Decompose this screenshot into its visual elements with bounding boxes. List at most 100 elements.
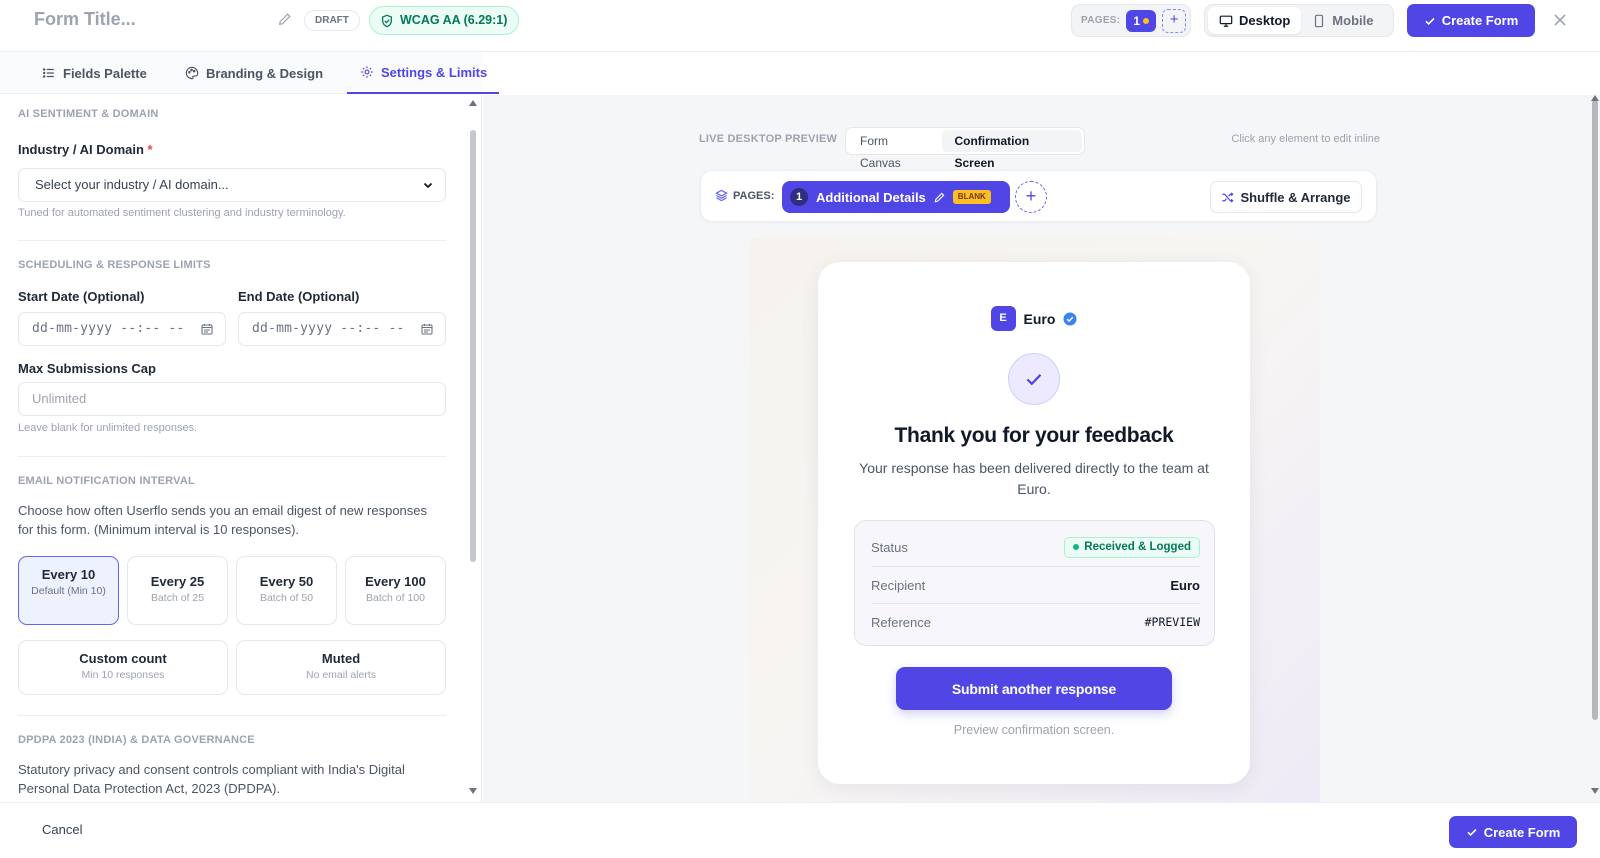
success-check-circle bbox=[1008, 353, 1060, 405]
industry-label-text: Industry / AI Domain bbox=[18, 142, 144, 157]
wcag-badge-label: WCAG AA (6.29:1) bbox=[400, 13, 508, 27]
option-title: Every 25 bbox=[150, 574, 205, 589]
palette-icon bbox=[185, 66, 199, 80]
mobile-label: Mobile bbox=[1332, 13, 1374, 28]
interval-option-every-100[interactable]: Every 100 Batch of 100 bbox=[345, 556, 446, 625]
tab-confirmation-screen[interactable]: Confirmation Screen bbox=[942, 130, 1082, 170]
option-title: Muted bbox=[321, 651, 361, 666]
scroll-up-arrow[interactable] bbox=[469, 100, 477, 106]
pages-bar-label: PAGES: bbox=[715, 189, 774, 202]
option-title: Every 100 bbox=[365, 574, 426, 589]
interval-option-every-25[interactable]: Every 25 Batch of 25 bbox=[127, 556, 228, 625]
confirmation-message[interactable]: Your response has been delivered directl… bbox=[848, 458, 1220, 500]
divider bbox=[18, 715, 446, 716]
option-subtitle: Min 10 responses bbox=[81, 669, 165, 681]
page-indicator-current[interactable]: 1 bbox=[1126, 9, 1157, 32]
page-chip-number: 1 bbox=[790, 188, 808, 206]
tab-label: Settings & Limits bbox=[381, 64, 488, 80]
tab-branding-design[interactable]: Branding & Design bbox=[185, 52, 323, 94]
preview-note: Preview confirmation screen. bbox=[953, 723, 1115, 737]
brand-logo: E bbox=[990, 306, 1016, 331]
cancel-button[interactable]: Cancel bbox=[42, 822, 82, 837]
tab-fields-palette[interactable]: Fields Palette bbox=[42, 52, 147, 94]
preview-frame: E Euro Thank you for your feedback Your … bbox=[749, 237, 1320, 802]
tab-form-canvas[interactable]: Form Canvas bbox=[848, 130, 942, 170]
calendar-icon[interactable] bbox=[421, 323, 433, 335]
brand-name: Euro bbox=[1023, 310, 1056, 327]
interval-option-every-50[interactable]: Every 50 Batch of 50 bbox=[236, 556, 337, 625]
end-date-placeholder: dd-mm-yyyy --:-- -- bbox=[252, 321, 405, 336]
list-icon bbox=[42, 68, 54, 78]
mobile-view-button[interactable]: Mobile bbox=[1301, 7, 1384, 34]
required-mark: * bbox=[147, 142, 153, 157]
option-title: Every 50 bbox=[259, 574, 314, 589]
max-submissions-label: Max Submissions Cap bbox=[18, 361, 156, 376]
close-icon[interactable] bbox=[1551, 11, 1569, 29]
page-chip[interactable]: 1 Additional Details BLANK bbox=[782, 181, 1010, 213]
create-form-button-top[interactable]: Create Form bbox=[1407, 4, 1535, 37]
settings-panel: AI SENTIMENT & DOMAIN Industry / AI Doma… bbox=[0, 95, 482, 802]
divider bbox=[18, 240, 446, 241]
pages-bar-label-text: PAGES: bbox=[733, 189, 775, 202]
status-value: Received & Logged bbox=[1084, 541, 1191, 553]
desktop-label: Desktop bbox=[1239, 13, 1291, 28]
start-date-placeholder: dd-mm-yyyy --:-- -- bbox=[32, 321, 185, 336]
desktop-view-button[interactable]: Desktop bbox=[1208, 7, 1302, 34]
status-badge: Received & Logged bbox=[1064, 536, 1200, 558]
add-page-button[interactable]: + bbox=[1162, 8, 1187, 33]
shuffle-arrange-button[interactable]: Shuffle & Arrange bbox=[1210, 181, 1362, 213]
check-icon bbox=[1425, 17, 1435, 25]
preview-area: LIVE DESKTOP PREVIEW Form Canvas Confirm… bbox=[483, 95, 1600, 802]
recipient-value: Euro bbox=[1170, 577, 1200, 593]
option-subtitle: Batch of 100 bbox=[366, 592, 425, 604]
canvas-toggle: Form Canvas Confirmation Screen bbox=[845, 127, 1085, 170]
form-title[interactable]: Form Title... bbox=[34, 9, 136, 30]
dpdpa-description: Statutory privacy and consent controls c… bbox=[18, 762, 405, 796]
page-chip-name: Additional Details bbox=[816, 189, 926, 205]
interval-option-every-10[interactable]: Every 10 Default (Min 10) bbox=[18, 556, 119, 625]
tab-label: Fields Palette bbox=[63, 65, 147, 81]
create-form-label: Create Form bbox=[1483, 824, 1561, 840]
confirmation-card[interactable]: E Euro Thank you for your feedback Your … bbox=[818, 262, 1250, 784]
reference-value: #PREVIEW bbox=[1144, 615, 1200, 629]
interval-option-custom[interactable]: Custom count Min 10 responses bbox=[18, 640, 228, 695]
interval-option-muted[interactable]: Muted No email alerts bbox=[236, 640, 446, 695]
section-title-ai: AI SENTIMENT & DOMAIN bbox=[18, 108, 159, 120]
preview-scrollbar[interactable] bbox=[1592, 100, 1598, 720]
tab-settings-limits[interactable]: Settings & Limits bbox=[347, 52, 499, 94]
tab-label: Branding & Design bbox=[206, 65, 324, 81]
email-interval-description: Choose how often Userflo sends you an em… bbox=[18, 503, 428, 537]
max-submissions-helper: Leave blank for unlimited responses. bbox=[18, 422, 198, 434]
industry-select-value: Select your industry / AI domain... bbox=[35, 177, 229, 192]
calendar-icon[interactable] bbox=[201, 323, 213, 335]
layers-icon bbox=[715, 189, 728, 202]
live-preview-label: LIVE DESKTOP PREVIEW bbox=[699, 133, 838, 145]
verified-badge-icon bbox=[1063, 312, 1077, 325]
option-subtitle: No email alerts bbox=[305, 669, 377, 681]
max-submissions-input[interactable]: Unlimited bbox=[18, 382, 446, 416]
create-form-button-bottom[interactable]: Create Form bbox=[1449, 816, 1577, 848]
start-date-input[interactable]: dd-mm-yyyy --:-- -- bbox=[18, 312, 226, 346]
scroll-up-arrow[interactable] bbox=[1591, 95, 1599, 101]
section-title-dpdpa: DPDPA 2023 (INDIA) & DATA GOVERNANCE bbox=[18, 734, 255, 746]
settings-scrollbar[interactable] bbox=[470, 130, 476, 562]
status-key: Status bbox=[871, 539, 908, 555]
scroll-down-arrow[interactable] bbox=[469, 788, 477, 794]
status-dot bbox=[1073, 544, 1080, 550]
blank-badge: BLANK bbox=[952, 190, 991, 204]
wcag-badge[interactable]: WCAG AA (6.29:1) bbox=[369, 6, 520, 35]
option-subtitle: Batch of 50 bbox=[259, 592, 314, 604]
industry-select[interactable]: Select your industry / AI domain... bbox=[18, 168, 446, 202]
submit-another-button[interactable]: Submit another response bbox=[896, 667, 1172, 710]
add-page-circle-button[interactable]: + bbox=[1015, 181, 1047, 213]
scroll-down-arrow[interactable] bbox=[1591, 788, 1599, 794]
industry-label: Industry / AI Domain * bbox=[18, 142, 153, 157]
pencil-icon[interactable] bbox=[934, 192, 945, 203]
confirmation-title[interactable]: Thank you for your feedback bbox=[818, 424, 1250, 448]
end-date-input[interactable]: dd-mm-yyyy --:-- -- bbox=[238, 312, 446, 346]
pencil-icon[interactable] bbox=[278, 12, 292, 26]
device-toggle: Desktop Mobile bbox=[1204, 4, 1394, 37]
create-form-label: Create Form bbox=[1441, 13, 1519, 28]
divider bbox=[18, 456, 446, 457]
status-summary: Status Received & Logged Recipient Euro … bbox=[854, 520, 1215, 646]
